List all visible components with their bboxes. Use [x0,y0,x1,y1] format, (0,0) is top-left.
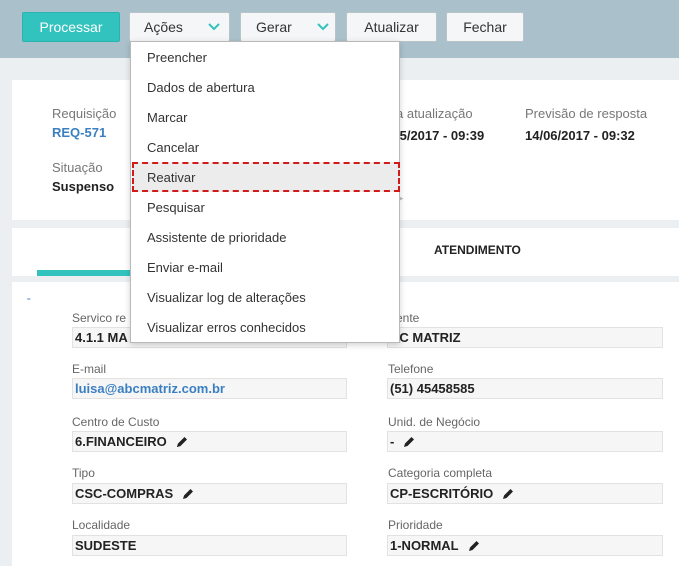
chevron-down-icon [208,23,220,31]
menu-item-erros-conhecidos[interactable]: Visualizar erros conhecidos [132,312,400,342]
processar-button[interactable]: Processar [22,12,120,42]
menu-item-dados-abertura[interactable]: Dados de abertura [132,72,400,102]
unid-negocio-label: Unid. de Negócio [388,415,481,429]
acoes-label: Ações [144,19,183,35]
menu-item-reativar[interactable]: Reativar [132,162,400,192]
tipo-label: Tipo [72,466,95,480]
telefone-field: (51) 45458585 [387,378,663,399]
situacao-label: Situação [52,160,103,175]
acoes-dropdown-menu: Preencher Dados de abertura Marcar Cance… [130,41,400,343]
unid-negocio-field: - [387,431,663,452]
telefone-value: (51) 45458585 [390,381,475,396]
centro-custo-label: Centro de Custo [72,415,160,429]
pencil-icon[interactable] [501,487,515,501]
email-field[interactable]: luisa@abcmatriz.com.br [72,378,347,399]
fechar-button[interactable]: Fechar [446,12,524,42]
cliente-value: BC MATRIZ [390,330,461,345]
requisicao-link[interactable]: REQ-571 [52,125,106,140]
active-tab-indicator [37,270,130,276]
prioridade-label: Prioridade [388,518,443,532]
centro-custo-field: 6.FINANCEIRO [72,431,347,452]
categoria-value: CP-ESCRITÓRIO [390,486,494,501]
tab-atendimento[interactable]: ATENDIMENTO [434,243,521,257]
menu-item-preencher[interactable]: Preencher [132,42,400,72]
telefone-label: Telefone [388,362,434,376]
menu-item-marcar[interactable]: Marcar [132,102,400,132]
collapse-toggle[interactable]: - [27,292,31,307]
chevron-down-icon [317,23,329,31]
localidade-field: SUDESTE [72,535,347,556]
gerar-dropdown-button[interactable]: Gerar [240,12,336,42]
pencil-icon[interactable] [467,539,481,553]
tipo-value: CSC-COMPRAS [75,486,174,501]
categoria-label: Categoria completa [388,466,493,480]
menu-item-assistente-prioridade[interactable]: Assistente de prioridade [132,222,400,252]
localidade-value: SUDESTE [75,538,137,553]
email-label: E-mail [72,362,107,376]
localidade-label: Localidade [72,518,131,532]
menu-item-pesquisar[interactable]: Pesquisar [132,192,400,222]
atualizar-label: Atualizar [364,19,419,35]
menu-item-log-alteracoes[interactable]: Visualizar log de alterações [132,282,400,312]
atualizacao-label: a atualização [396,106,473,121]
cliente-field: BC MATRIZ [387,327,663,348]
servico-value: 4.1.1 MA [75,330,128,345]
acoes-dropdown-button[interactable]: Ações [129,12,230,42]
pencil-icon[interactable] [402,435,416,449]
email-value: luisa@abcmatriz.com.br [75,381,225,396]
requisicao-label: Requisição [52,106,117,121]
prioridade-field: 1-NORMAL [387,535,663,556]
processar-label: Processar [39,19,103,35]
previsao-value: 14/06/2017 - 09:32 [525,128,635,143]
menu-item-cancelar[interactable]: Cancelar [132,132,400,162]
tipo-field: CSC-COMPRAS [72,483,347,504]
situacao-value: Suspenso [52,179,115,194]
centro-custo-value: 6.FINANCEIRO [75,434,167,449]
pencil-icon[interactable] [181,487,195,501]
atualizar-button[interactable]: Atualizar [346,12,437,42]
pencil-icon[interactable] [175,435,189,449]
atualizacao-value: /5/2017 - 09:39 [396,128,485,143]
gerar-label: Gerar [256,19,292,35]
menu-item-enviar-email[interactable]: Enviar e-mail [132,252,400,282]
previsao-label: Previsão de resposta [525,106,648,121]
unid-negocio-value: - [390,434,395,449]
servico-label: Servico re [72,311,127,325]
prioridade-value: 1-NORMAL [390,538,459,553]
categoria-field: CP-ESCRITÓRIO [387,483,663,504]
fechar-label: Fechar [463,19,507,35]
